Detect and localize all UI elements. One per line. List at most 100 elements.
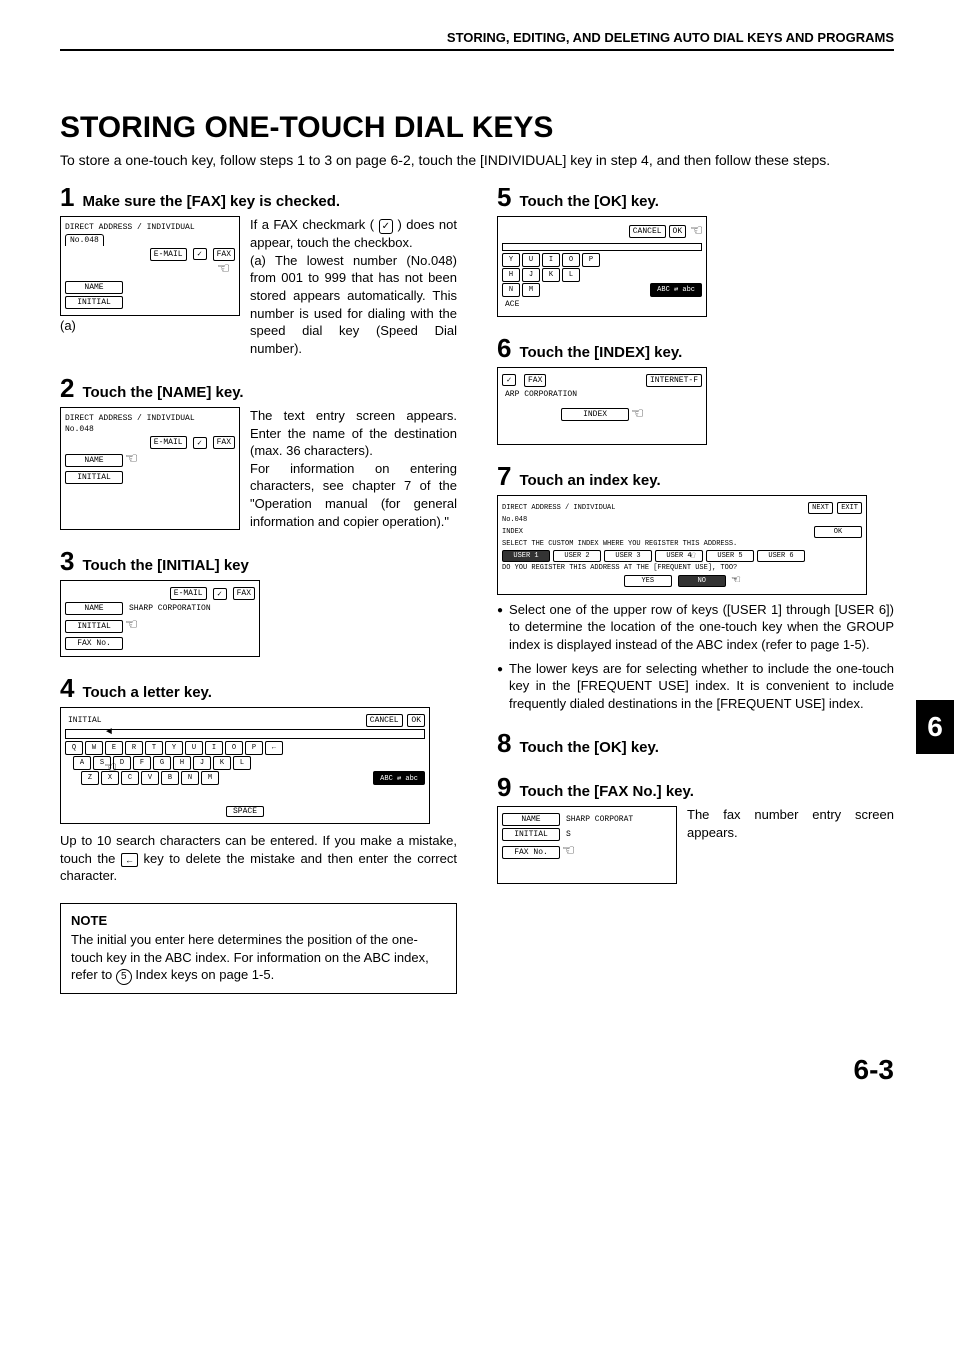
keyboard-key[interactable]: T bbox=[145, 741, 163, 755]
user-index-button[interactable]: USER 4 bbox=[655, 550, 703, 562]
ok-button[interactable]: OK bbox=[669, 225, 687, 238]
keyboard-key[interactable]: G bbox=[153, 756, 171, 770]
user-index-button[interactable]: USER 6 bbox=[757, 550, 805, 562]
keyboard-key[interactable]: M bbox=[522, 283, 540, 297]
fax-checkbox[interactable]: ✓ bbox=[193, 437, 207, 449]
step-number: 6 bbox=[497, 335, 511, 361]
keyboard-key[interactable]: ← bbox=[265, 741, 283, 755]
hand-icon: ☜ bbox=[632, 406, 643, 424]
keyboard-key[interactable]: W bbox=[85, 741, 103, 755]
keyboard-key[interactable]: F bbox=[133, 756, 151, 770]
user-index-button[interactable]: USER 1 bbox=[502, 550, 550, 562]
keyboard-key[interactable]: V bbox=[141, 771, 159, 785]
step-title: Touch an index key. bbox=[519, 472, 660, 489]
keyboard-key[interactable]: A bbox=[73, 756, 91, 770]
screen-step2: DIRECT ADDRESS / INDIVIDUAL No.048 E-MAI… bbox=[60, 407, 240, 530]
keyboard-key[interactable]: K bbox=[213, 756, 231, 770]
keyboard-key[interactable]: U bbox=[522, 253, 540, 267]
hand-icon: ☜ bbox=[105, 759, 116, 779]
name-button[interactable]: NAME bbox=[502, 813, 560, 826]
bullet-text: The lower keys are for selecting whether… bbox=[509, 660, 894, 713]
circled-ref: 5 bbox=[116, 969, 132, 985]
keyboard-key[interactable]: Y bbox=[165, 741, 183, 755]
step-title: Touch the [INDEX] key. bbox=[519, 344, 682, 361]
step-number: 9 bbox=[497, 774, 511, 800]
keyboard-key[interactable]: Z bbox=[81, 771, 99, 785]
fax-button[interactable]: FAX bbox=[524, 374, 546, 387]
cancel-button[interactable]: CANCEL bbox=[629, 225, 666, 238]
cancel-button[interactable]: CANCEL bbox=[366, 714, 403, 727]
keyboard-key[interactable]: L bbox=[562, 268, 580, 282]
fax-button[interactable]: FAX bbox=[213, 436, 235, 449]
keyboard-key[interactable]: L bbox=[233, 756, 251, 770]
fax-checkbox[interactable]: ✓ bbox=[193, 248, 207, 260]
note-label: NOTE bbox=[71, 912, 446, 930]
user-index-button[interactable]: USER 3 bbox=[604, 550, 652, 562]
keyboard-key[interactable]: I bbox=[205, 741, 223, 755]
keyboard-key[interactable]: N bbox=[181, 771, 199, 785]
no-button[interactable]: NO bbox=[678, 575, 726, 587]
initial-button[interactable]: INITIAL bbox=[65, 620, 123, 633]
index-button[interactable]: INDEX bbox=[561, 408, 629, 421]
keyboard-key[interactable]: U bbox=[185, 741, 203, 755]
keyboard-key[interactable]: O bbox=[225, 741, 243, 755]
screen-step5: CANCEL OK ☜ YUIOPHJKLNMABC ⇄ abc ACE bbox=[497, 216, 707, 317]
initial-button[interactable]: INITIAL bbox=[65, 471, 123, 484]
running-header: STORING, EDITING, AND DELETING AUTO DIAL… bbox=[60, 30, 894, 51]
keyboard-key[interactable]: B bbox=[161, 771, 179, 785]
email-button[interactable]: E-MAIL bbox=[170, 587, 207, 600]
initial-button[interactable]: INITIAL bbox=[502, 828, 560, 841]
keyboard-key[interactable]: P bbox=[582, 253, 600, 267]
name-button[interactable]: NAME bbox=[65, 602, 123, 615]
page-number: 6-3 bbox=[0, 1034, 954, 1116]
email-button[interactable]: E-MAIL bbox=[150, 436, 187, 449]
ok-button[interactable]: OK bbox=[407, 714, 425, 727]
yes-button[interactable]: YES bbox=[624, 575, 672, 587]
keyboard-key[interactable]: Y bbox=[502, 253, 520, 267]
keyboard-key[interactable]: C bbox=[121, 771, 139, 785]
fax-button[interactable]: FAX bbox=[233, 587, 255, 600]
internet-button[interactable]: INTERNET-F bbox=[646, 374, 702, 387]
keyboard-key[interactable]: N bbox=[502, 283, 520, 297]
initial-button[interactable]: INITIAL bbox=[65, 296, 123, 309]
fax-checkbox[interactable]: ✓ bbox=[213, 588, 227, 600]
keyboard-key[interactable]: O bbox=[562, 253, 580, 267]
keyboard-key[interactable]: Q bbox=[65, 741, 83, 755]
chapter-tab: 6 bbox=[916, 700, 954, 754]
keyboard-key[interactable]: H bbox=[502, 268, 520, 282]
keyboard-key[interactable]: M bbox=[201, 771, 219, 785]
step-number: 7 bbox=[497, 463, 511, 489]
keyboard-key[interactable]: H bbox=[173, 756, 191, 770]
step-title: Touch the [NAME] key. bbox=[82, 384, 243, 401]
step-5: 5 Touch the [OK] key. CANCEL OK ☜ YUIOPH… bbox=[497, 184, 894, 317]
step-title: Touch a letter key. bbox=[82, 684, 212, 701]
ok-button[interactable]: OK bbox=[814, 526, 862, 538]
next-button[interactable]: NEXT bbox=[808, 502, 833, 514]
keyboard-key[interactable]: J bbox=[522, 268, 540, 282]
faxno-button[interactable]: FAX No. bbox=[65, 637, 123, 650]
hand-icon: ☜ bbox=[691, 223, 702, 241]
keyboard-key[interactable]: E bbox=[105, 741, 123, 755]
keyboard-key[interactable]: K bbox=[542, 268, 560, 282]
keyboard-key[interactable]: I bbox=[542, 253, 560, 267]
name-button[interactable]: NAME bbox=[65, 281, 123, 294]
step-number: 2 bbox=[60, 375, 74, 401]
email-button[interactable]: E-MAIL bbox=[150, 248, 187, 261]
step-6: 6 Touch the [INDEX] key. ✓ FAX INTERNET-… bbox=[497, 335, 894, 445]
page-title: STORING ONE-TOUCH DIAL KEYS bbox=[60, 111, 894, 145]
name-button[interactable]: NAME bbox=[65, 454, 123, 467]
abc-toggle[interactable]: ABC ⇄ abc bbox=[373, 771, 425, 785]
exit-button[interactable]: EXIT bbox=[837, 502, 862, 514]
abc-toggle[interactable]: ABC ⇄ abc bbox=[650, 283, 702, 297]
keyboard-key[interactable]: P bbox=[245, 741, 263, 755]
keyboard-key[interactable]: J bbox=[193, 756, 211, 770]
user-index-button[interactable]: USER 2 bbox=[553, 550, 601, 562]
faxno-button[interactable]: FAX No. bbox=[502, 846, 560, 859]
hand-icon: ☜ bbox=[126, 617, 137, 635]
step-3: 3 Touch the [INITIAL] key E-MAIL ✓ FAX N… bbox=[60, 548, 457, 657]
user-index-button[interactable]: USER 5 bbox=[706, 550, 754, 562]
fax-checkbox[interactable]: ✓ bbox=[502, 374, 516, 386]
space-key[interactable]: SPACE bbox=[226, 806, 264, 817]
keyboard-key[interactable]: R bbox=[125, 741, 143, 755]
step-1: 1 Make sure the [FAX] key is checked. DI… bbox=[60, 184, 457, 357]
